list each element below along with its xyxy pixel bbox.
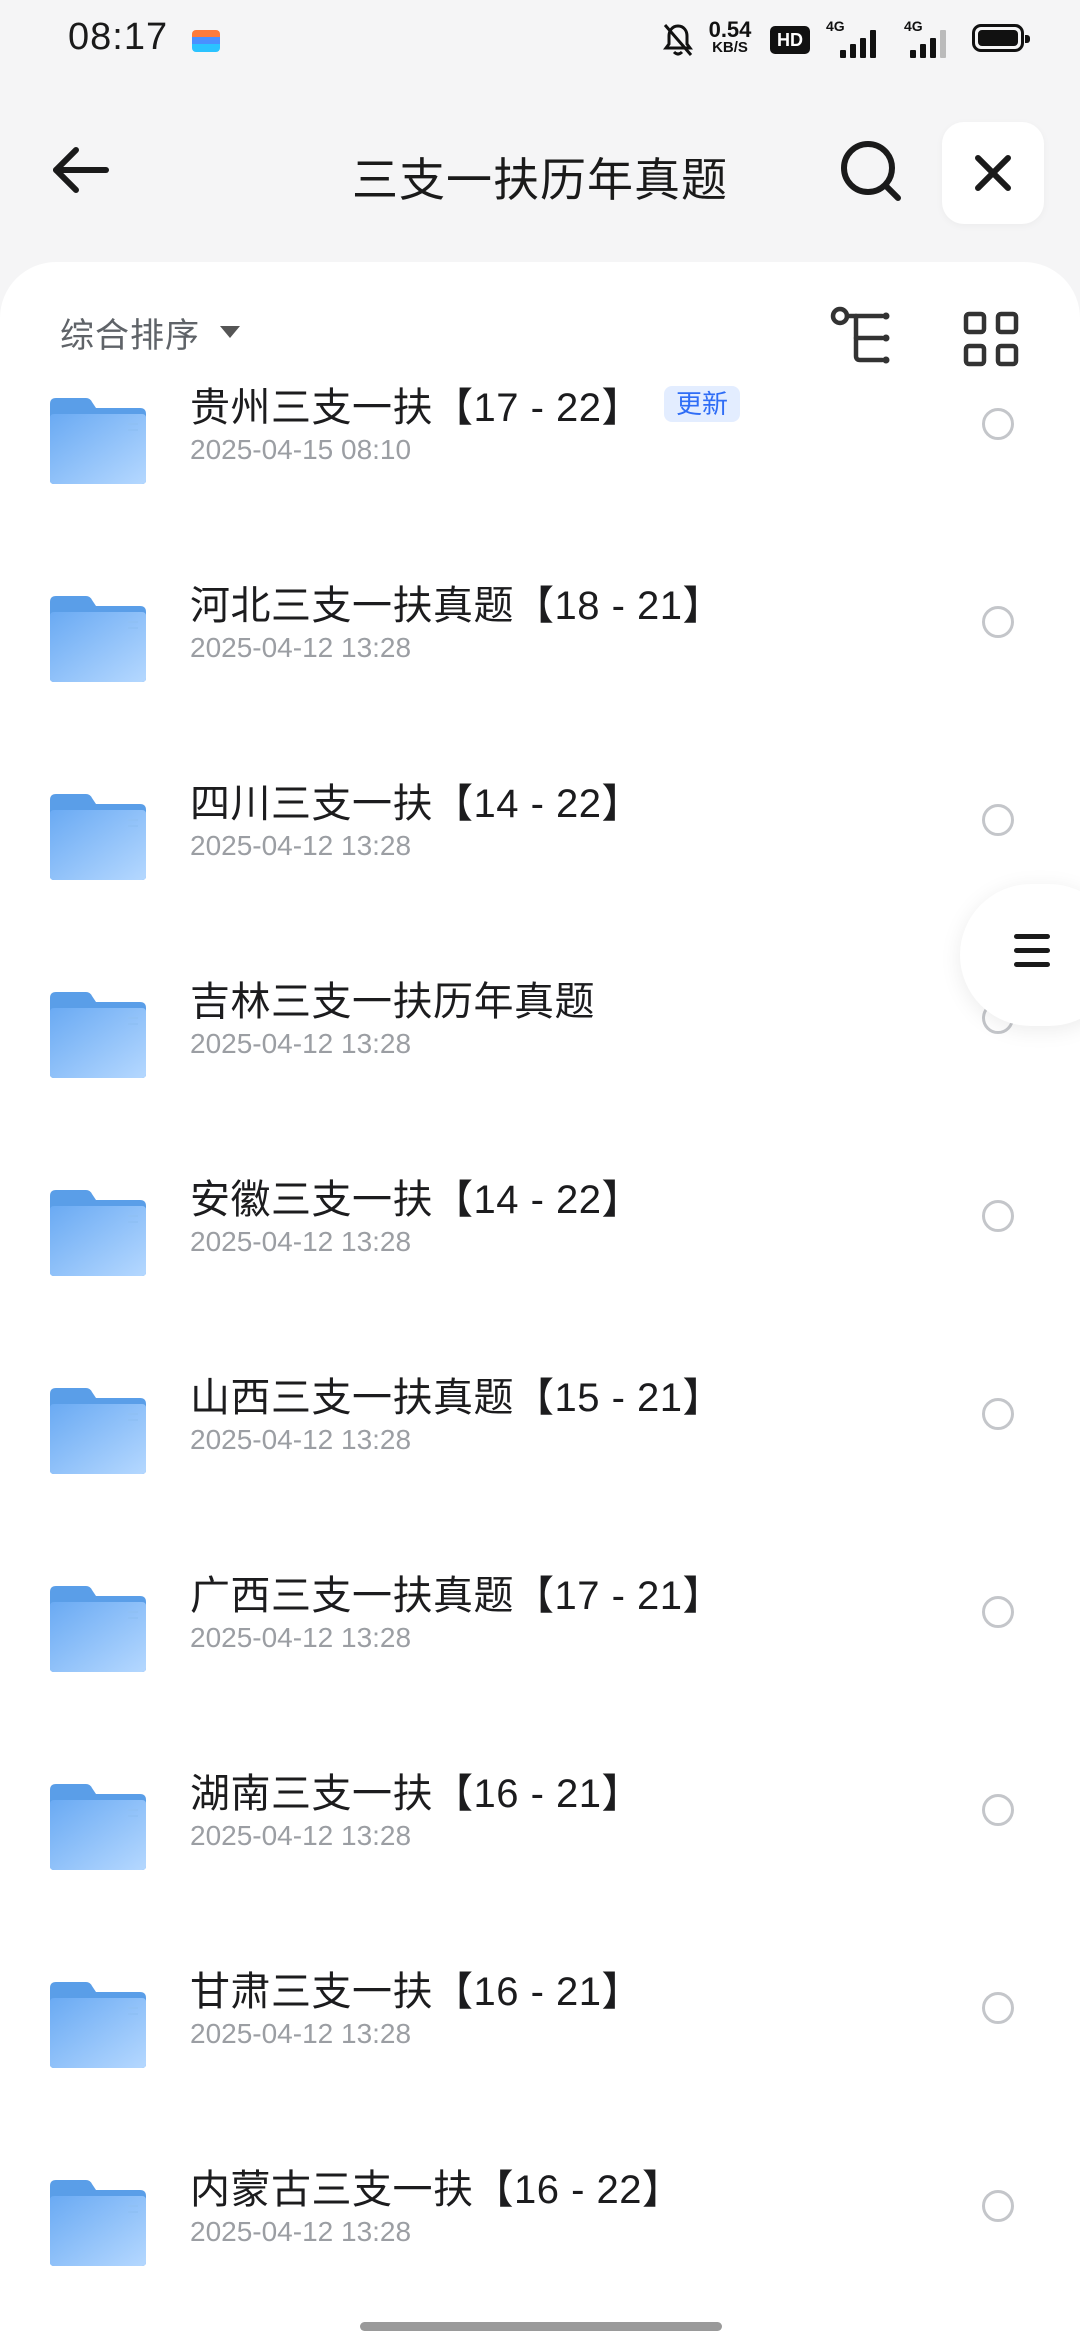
folder-icon bbox=[50, 1190, 146, 1276]
folder-name: 贵州三支一扶【17 - 22】 bbox=[190, 386, 643, 430]
folder-date: 2025-04-12 13:28 bbox=[190, 1226, 412, 1257]
select-radio[interactable] bbox=[982, 1398, 1014, 1430]
folder-row[interactable]: 湖南三支一扶【16 - 21】 2025-04-12 13:28 bbox=[0, 1762, 1080, 1960]
home-indicator[interactable] bbox=[360, 2322, 722, 2331]
folder-name: 四川三支一扶【14 - 22】 bbox=[190, 782, 643, 826]
sort-label: 综合排序 bbox=[60, 316, 200, 355]
mute-bell-icon bbox=[663, 24, 693, 56]
folder-row[interactable]: 吉林三支一扶历年真题 2025-04-12 13:28 bbox=[0, 970, 1080, 1168]
hd-icon: HD bbox=[770, 26, 810, 54]
folder-icon bbox=[50, 398, 146, 484]
tree-view-icon bbox=[830, 306, 890, 364]
folder-date: 2025-04-12 13:28 bbox=[190, 2216, 412, 2247]
select-radio[interactable] bbox=[982, 1992, 1014, 2024]
app-notification-icon bbox=[192, 30, 220, 52]
folder-icon bbox=[50, 1982, 146, 2068]
close-button[interactable] bbox=[942, 122, 1044, 224]
folder-title: 山西三支一扶真题【15 - 21】 bbox=[190, 1366, 723, 1422]
folder-name: 广西三支一扶真题【17 - 21】 bbox=[190, 1574, 724, 1618]
select-radio[interactable] bbox=[982, 408, 1014, 440]
folder-date: 2025-04-12 13:28 bbox=[190, 1424, 412, 1455]
folder-date: 2025-04-15 08:10 bbox=[190, 434, 412, 465]
folder-date: 2025-04-12 13:28 bbox=[190, 1028, 412, 1059]
status-time: 08:17 bbox=[68, 16, 169, 58]
folder-icon bbox=[50, 596, 146, 682]
folder-title: 甘肃三支一扶【16 - 21】 bbox=[190, 1960, 642, 2016]
net-speed: 0.54 KB/S bbox=[708, 17, 752, 56]
folder-date: 2025-04-12 13:28 bbox=[190, 1820, 412, 1851]
folder-name: 河北三支一扶真题【18 - 21】 bbox=[190, 584, 724, 628]
folder-title: 内蒙古三支一扶【16 - 22】 bbox=[190, 2158, 683, 2214]
folder-name: 安徽三支一扶【14 - 22】 bbox=[190, 1178, 643, 1222]
folder-row[interactable]: 河北三支一扶真题【18 - 21】 2025-04-12 13:28 bbox=[0, 574, 1080, 772]
status-bar: 08:17 0.54 KB/S HD 4G 4G bbox=[0, 0, 1080, 80]
folder-title: 四川三支一扶【14 - 22】 bbox=[190, 772, 642, 828]
grid-view-button[interactable] bbox=[958, 306, 1024, 372]
folder-icon bbox=[50, 794, 146, 880]
folder-icon bbox=[50, 1388, 146, 1474]
select-radio[interactable] bbox=[982, 606, 1014, 638]
folder-date: 2025-04-12 13:28 bbox=[190, 2018, 412, 2049]
search-button[interactable] bbox=[830, 130, 910, 210]
sort-dropdown[interactable]: 综合排序 bbox=[60, 310, 240, 355]
select-radio[interactable] bbox=[982, 1794, 1014, 1826]
battery-icon bbox=[972, 24, 1030, 52]
folder-icon bbox=[50, 992, 146, 1078]
header: 三支一扶历年真题 bbox=[0, 100, 1080, 240]
caret-down-icon bbox=[220, 326, 240, 338]
folder-row[interactable]: 四川三支一扶【14 - 22】 2025-04-12 13:28 bbox=[0, 772, 1080, 970]
select-radio[interactable] bbox=[982, 2190, 1014, 2222]
folder-name: 吉林三支一扶历年真题 bbox=[190, 980, 595, 1024]
folder-title: 安徽三支一扶【14 - 22】 bbox=[190, 1168, 642, 1224]
folder-title: 广西三支一扶真题【17 - 21】 bbox=[190, 1564, 723, 1620]
folder-icon bbox=[50, 2180, 146, 2266]
folder-date: 2025-04-12 13:28 bbox=[190, 632, 412, 663]
close-icon bbox=[975, 155, 1011, 191]
folder-title: 湖南三支一扶【16 - 21】 bbox=[190, 1762, 642, 1818]
grid-view-icon bbox=[963, 311, 1019, 367]
folder-name: 甘肃三支一扶【16 - 21】 bbox=[190, 1970, 643, 2014]
folder-row[interactable]: 内蒙古三支一扶【16 - 22】 2025-04-12 13:28 bbox=[0, 2158, 1080, 2340]
folder-row[interactable]: 贵州三支一扶【17 - 22】 更新 2025-04-15 08:10 bbox=[0, 376, 1080, 574]
menu-icon bbox=[1014, 934, 1050, 976]
folder-name: 湖南三支一扶【16 - 21】 bbox=[190, 1772, 643, 1816]
folder-title: 贵州三支一扶【17 - 22】 更新 bbox=[190, 376, 741, 432]
sort-bar: 综合排序 bbox=[0, 262, 1080, 390]
folder-icon bbox=[50, 1784, 146, 1870]
select-radio[interactable] bbox=[982, 804, 1014, 836]
folder-row[interactable]: 山西三支一扶真题【15 - 21】 2025-04-12 13:28 bbox=[0, 1366, 1080, 1564]
select-radio[interactable] bbox=[982, 1200, 1014, 1232]
folder-title: 吉林三支一扶历年真题 bbox=[190, 970, 595, 1026]
tree-view-button[interactable] bbox=[828, 304, 898, 374]
signal-1-icon: 4G bbox=[826, 18, 882, 58]
file-sheet: 综合排序 贵州三支一扶【17 - 22】 更新 2025-04-15 08:10… bbox=[0, 262, 1080, 2340]
folder-title: 河北三支一扶真题【18 - 21】 bbox=[190, 574, 723, 630]
folder-date: 2025-04-12 13:28 bbox=[190, 1622, 412, 1653]
folder-date: 2025-04-12 13:28 bbox=[190, 830, 412, 861]
folder-icon bbox=[50, 1586, 146, 1672]
page-title: 三支一扶历年真题 bbox=[352, 154, 728, 206]
update-badge: 更新 bbox=[664, 386, 741, 422]
folder-row[interactable]: 广西三支一扶真题【17 - 21】 2025-04-12 13:28 bbox=[0, 1564, 1080, 1762]
folder-row[interactable]: 安徽三支一扶【14 - 22】 2025-04-12 13:28 bbox=[0, 1168, 1080, 1366]
search-icon bbox=[841, 141, 901, 201]
folder-name: 山西三支一扶真题【15 - 21】 bbox=[190, 1376, 724, 1420]
select-radio[interactable] bbox=[982, 1596, 1014, 1628]
folder-row[interactable]: 甘肃三支一扶【16 - 21】 2025-04-12 13:28 bbox=[0, 1960, 1080, 2158]
signal-2-icon: 4G bbox=[896, 18, 956, 58]
folder-name: 内蒙古三支一扶【16 - 22】 bbox=[190, 2168, 683, 2212]
